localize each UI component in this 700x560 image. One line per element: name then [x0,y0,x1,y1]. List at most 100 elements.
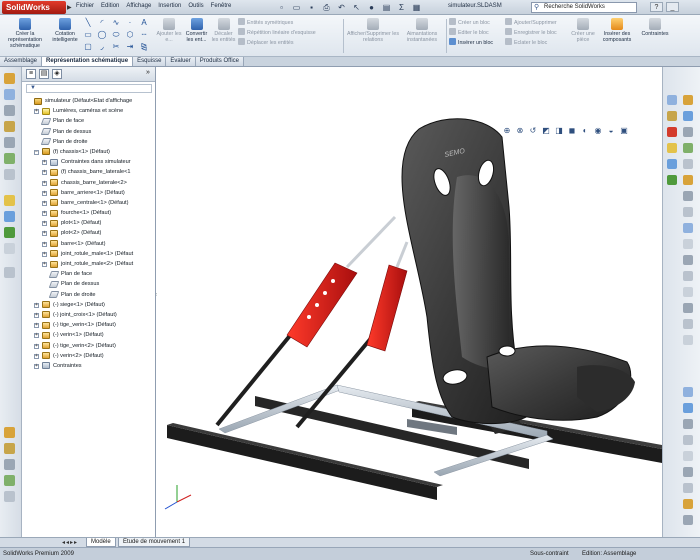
tool-icon[interactable] [4,89,15,100]
tool-icon[interactable] [683,271,693,281]
tool-icon[interactable] [4,443,15,454]
tool-icon[interactable] [667,95,677,105]
tool-icon[interactable] [683,143,693,153]
expand-icon[interactable]: + [42,221,47,227]
line-icon[interactable]: ╲ [82,18,94,28]
tool-icon[interactable] [683,499,693,509]
tool-icon[interactable] [4,267,15,278]
tool-icon[interactable] [683,303,693,313]
minimize-icon[interactable]: _ [666,2,679,12]
collapse-icon[interactable]: − [34,149,39,155]
fillet-icon[interactable]: ◞ [96,42,108,52]
tool-icon[interactable] [4,153,15,164]
expand-icon[interactable]: + [34,333,39,339]
add-remove-item[interactable]: Ajouter/Supprimer [505,18,557,28]
linear-pattern-item[interactable]: Répétition linéaire d'esquisse [238,28,316,38]
mirror-entities-item[interactable]: Entités symétriques [238,18,316,28]
tool-icon[interactable] [683,287,693,297]
sum-icon[interactable]: Σ [396,2,407,13]
tool-icon[interactable] [4,121,15,132]
tool-icon[interactable] [683,95,693,105]
polygon-icon[interactable]: ⬡ [124,30,136,40]
explode-block-item[interactable]: Eclater le bloc [505,38,557,48]
tree-item[interactable]: Plan de dessus [22,279,156,289]
mirror-icon[interactable]: ⧎ [138,42,150,52]
undo-icon[interactable]: ↶ [336,2,347,13]
graphics-area[interactable]: ⊕ ⊗ ↺ ◩ ◨ ◼ ◐ ◉ ◒ ▣ SEMO [157,67,662,543]
tree-item[interactable]: Plan de face [22,269,156,279]
expand-icon[interactable]: + [34,353,39,359]
tool-icon[interactable] [683,451,693,461]
arc-icon[interactable]: ◜ [96,18,108,28]
tree-item[interactable]: + Contraintes dans simulateur [22,157,156,167]
expand-icon[interactable]: + [34,363,39,369]
tool-icon[interactable] [4,475,15,486]
menu-affichage[interactable]: Affichage [126,3,151,9]
expand-panel-icon[interactable]: » [143,69,153,79]
tool-icon[interactable] [667,175,677,185]
tool-icon[interactable] [4,195,15,206]
expand-icon[interactable]: + [42,251,47,257]
tool-icon[interactable] [4,211,15,222]
tree-item[interactable]: + (-) joint_croix<1> (Défaut) [22,310,156,320]
tool-icon[interactable] [4,137,15,148]
tool-icon[interactable] [683,111,693,121]
tree-item[interactable]: + barre_arriere<1> (Défaut) [22,188,156,198]
move-entities-item[interactable]: Déplacer les entités [238,38,316,48]
smart-dimension-button[interactable]: Cotation intelligente [50,18,80,43]
tree-filter-icon[interactable]: ▼ [26,84,152,93]
tab-motion-study[interactable]: Etude de mouvement 1 [118,538,191,547]
tree-item[interactable]: Plan de face [22,116,156,126]
tree-item[interactable]: + barre<1> (Défaut) [22,239,156,249]
menu-fichier[interactable]: Fichier [76,3,94,9]
tree-item[interactable]: + chassis_barre_laterale<2> [22,178,156,188]
menu-arrow-icon[interactable]: ▶ [67,4,72,11]
tab-evaluer[interactable]: Evaluer [166,57,196,66]
tree-item[interactable]: + joint_rotule_male<2> (Défaut [22,259,156,269]
tree-item[interactable]: + Contraintes [22,361,156,371]
expand-icon[interactable]: + [42,200,47,206]
extend-icon[interactable]: ⇥ [124,42,136,52]
tool-icon[interactable] [683,483,693,493]
tree-item[interactable]: + (-) verin<1> (Défaut) [22,330,156,340]
tool-icon[interactable] [4,73,15,84]
tree-item[interactable]: Plan de droite [22,290,156,300]
tree-item[interactable]: + fourche<1> (Défaut) [22,208,156,218]
tool-icon[interactable] [683,319,693,329]
tool-icon[interactable] [667,159,677,169]
search-input[interactable]: ⚲ Recherche SolidWorks [531,2,637,13]
tool-icon[interactable] [4,491,15,502]
tool-icon[interactable] [4,105,15,116]
ellipse-icon[interactable]: ⬭ [110,30,122,40]
insert-components-button[interactable]: Insérer des composants [598,18,636,43]
tool-icon[interactable] [683,127,693,137]
point-icon[interactable]: · [124,18,136,28]
tool-icon[interactable] [667,111,677,121]
sketch-rect-icon[interactable]: ▢ [82,42,94,52]
expand-icon[interactable]: + [42,190,47,196]
tool-icon[interactable] [683,207,693,217]
tree-item[interactable]: + joint_rotule_male<1> (Défaut [22,249,156,259]
create-block-item[interactable]: Créer un bloc [449,18,493,28]
menu-edition[interactable]: Edition [101,3,119,9]
tab-modele[interactable]: Modèle [86,538,116,547]
solidworks-logo[interactable]: SolidWorks [2,1,66,14]
expand-icon[interactable]: + [34,312,39,318]
menu-insertion[interactable]: Insertion [158,3,181,9]
tool-icon[interactable] [4,169,15,180]
tab-nav-icon[interactable]: ◂◂▸▸ [62,539,78,546]
racing-seat[interactable]: SEMO [401,118,635,425]
spline-icon[interactable]: ∿ [110,18,122,28]
tool-icon[interactable] [667,127,677,137]
tree-item[interactable]: Plan de droite [22,137,156,147]
help-icon[interactable]: ? [650,2,663,12]
expand-icon[interactable]: + [34,343,39,349]
save-block-item[interactable]: Enregistrer le bloc [505,28,557,38]
expand-icon[interactable]: + [34,302,39,308]
tree-item[interactable]: + (-) siege<1> (Défaut) [22,300,156,310]
expand-icon[interactable]: + [42,211,47,217]
new-doc-icon[interactable]: ▫ [276,2,287,13]
add-relations-button[interactable]: Ajouter les e... [156,18,182,43]
options-icon[interactable]: ▤ [381,2,392,13]
tab-esquisse[interactable]: Esquisse [133,57,167,66]
